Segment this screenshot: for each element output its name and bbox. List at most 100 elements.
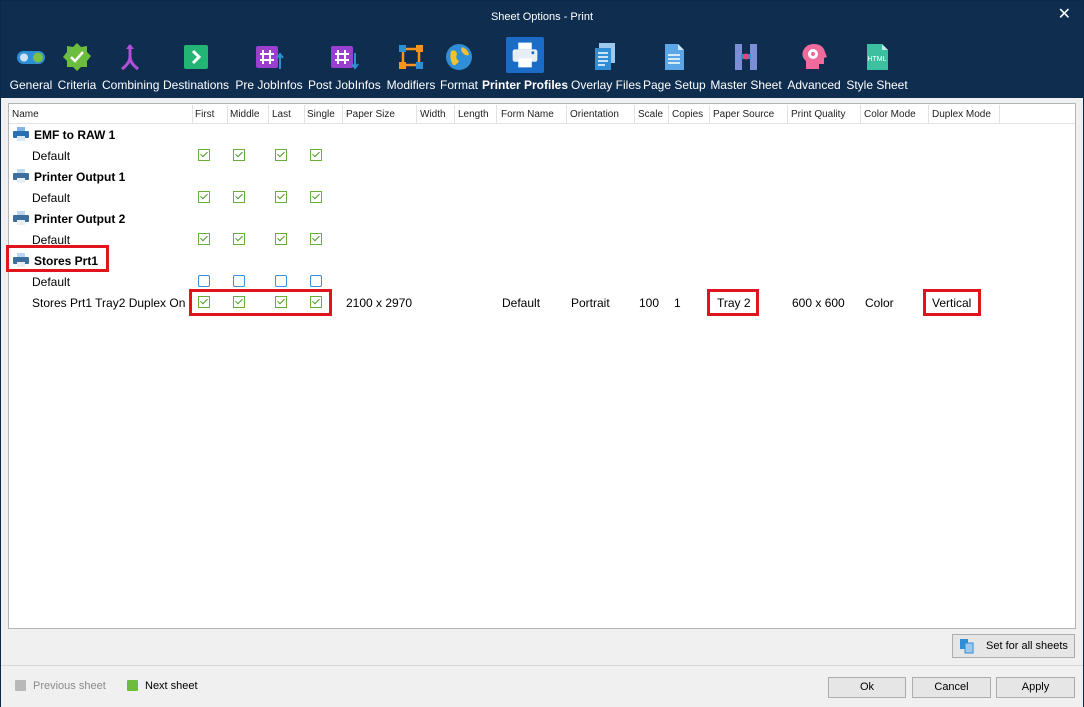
col-single[interactable]: Single (307, 109, 335, 120)
toggle-icon (17, 51, 45, 64)
first-checkbox[interactable] (198, 149, 210, 161)
col-paper-size[interactable]: Paper Size (346, 109, 395, 120)
col-separator (496, 105, 497, 123)
tab-overlay-files[interactable]: Overlay Files (571, 37, 642, 95)
col-form-name[interactable]: Form Name (501, 109, 554, 120)
tab-advanced-label: Advanced (787, 78, 841, 92)
middle-checkbox[interactable] (233, 149, 245, 161)
col-separator (668, 105, 669, 123)
col-paper-source[interactable]: Paper Source (713, 109, 774, 120)
single-checkbox[interactable] (310, 275, 322, 287)
merge-icon (121, 44, 139, 71)
last-checkbox[interactable] (275, 275, 287, 287)
printer-icon (13, 169, 29, 183)
tab-style-sheet-label: Style Sheet (846, 78, 908, 92)
group-row[interactable]: Printer Output 1 (9, 166, 1075, 187)
col-separator (268, 105, 269, 123)
table-row[interactable]: Stores Prt1 Tray2 Duplex On 2100 x 2970 … (9, 292, 1075, 313)
tab-page-setup-label: Page Setup (643, 78, 706, 92)
printer-icon (13, 211, 29, 225)
col-separator (566, 105, 567, 123)
apply-button[interactable]: Apply (996, 677, 1075, 698)
tab-combining[interactable]: Combining (102, 37, 159, 95)
ok-button[interactable]: Ok (828, 677, 906, 698)
middle-checkbox[interactable] (233, 191, 245, 203)
last-checkbox[interactable] (275, 233, 287, 245)
hash-down-icon (331, 46, 359, 70)
copies-value: 1 (674, 296, 681, 310)
col-middle[interactable]: Middle (230, 109, 259, 120)
table-row[interactable]: Default (9, 229, 1075, 250)
sheet-options-window: Sheet Options - Print ✕ General Criteria (0, 0, 1084, 707)
close-icon[interactable]: ✕ (1058, 7, 1071, 23)
middle-checkbox[interactable] (233, 233, 245, 245)
last-checkbox[interactable] (275, 191, 287, 203)
table-row[interactable]: Default (9, 145, 1075, 166)
arrow-right-icon (184, 45, 208, 69)
col-separator (787, 105, 788, 123)
tab-modifiers[interactable]: Modifiers (385, 37, 437, 95)
col-duplex-mode[interactable]: Duplex Mode (932, 109, 991, 120)
tab-page-setup[interactable]: Page Setup (643, 37, 706, 95)
group-row[interactable]: Stores Prt1 (9, 250, 1075, 271)
col-orientation[interactable]: Orientation (570, 109, 619, 120)
col-print-quality[interactable]: Print Quality (791, 109, 845, 120)
tab-pre-jobinfos[interactable]: Pre JobInfos (235, 37, 303, 95)
single-checkbox[interactable] (310, 191, 322, 203)
grid-header: Name First Middle Last Single Paper Size… (9, 104, 1075, 124)
tab-master-sheet[interactable]: Master Sheet (710, 37, 782, 95)
set-for-all-sheets-button[interactable]: Set for all sheets (952, 634, 1075, 658)
col-length[interactable]: Length (458, 109, 489, 120)
highlight-box (6, 245, 109, 272)
cancel-button[interactable]: Cancel (912, 677, 991, 698)
col-name[interactable]: Name (12, 109, 39, 120)
col-color-mode[interactable]: Color Mode (864, 109, 916, 120)
paper-size-value: 2100 x 2970 (346, 296, 413, 310)
tab-general[interactable]: General (9, 37, 53, 95)
col-separator (860, 105, 861, 123)
group-row[interactable]: Printer Output 2 (9, 208, 1075, 229)
orientation-value: Portrait (571, 296, 610, 310)
footer: Set for all sheets Previous sheet Next s… (1, 631, 1083, 707)
group-row[interactable]: EMF to RAW 1 (9, 124, 1075, 145)
tab-destinations[interactable]: Destinations (163, 37, 229, 95)
previous-arrow-icon (15, 680, 26, 691)
globe-icon (446, 44, 472, 70)
printer-icon (506, 37, 544, 73)
first-checkbox[interactable] (198, 275, 210, 287)
profile-name: Default (32, 275, 71, 289)
first-checkbox[interactable] (198, 233, 210, 245)
col-copies[interactable]: Copies (672, 109, 703, 120)
documents-icon (595, 43, 615, 70)
tab-printer-profiles-label: Printer Profiles (482, 78, 569, 92)
col-separator (454, 105, 455, 123)
tab-style-sheet[interactable]: HTML Style Sheet (846, 37, 908, 95)
hash-up-icon (256, 46, 284, 69)
col-scale[interactable]: Scale (638, 109, 663, 120)
col-width[interactable]: Width (420, 109, 446, 120)
first-checkbox[interactable] (198, 191, 210, 203)
scale-value: 100 (639, 296, 660, 310)
last-checkbox[interactable] (275, 149, 287, 161)
set-for-all-sheets-label: Set for all sheets (986, 640, 1068, 652)
master-sheet-icon (735, 44, 757, 70)
color-mode-value: Color (865, 296, 894, 310)
tab-format[interactable]: Format (440, 37, 478, 95)
tab-criteria[interactable]: Criteria (56, 37, 98, 95)
tab-format-label: Format (440, 78, 479, 92)
col-first[interactable]: First (195, 109, 214, 120)
page-icon (665, 44, 684, 70)
table-row[interactable]: Default (9, 271, 1075, 292)
tab-overlay-files-label: Overlay Files (571, 78, 642, 92)
table-row[interactable]: Default (9, 187, 1075, 208)
single-checkbox[interactable] (310, 233, 322, 245)
single-checkbox[interactable] (310, 149, 322, 161)
group-name: EMF to RAW 1 (34, 128, 116, 142)
window-title: Sheet Options - Print (490, 11, 594, 23)
middle-checkbox[interactable] (233, 275, 245, 287)
col-last[interactable]: Last (272, 109, 291, 120)
raw-printer-icon (13, 127, 29, 141)
tab-post-jobinfos[interactable]: Post JobInfos (308, 37, 381, 95)
tab-printer-profiles[interactable]: Printer Profiles (482, 37, 568, 95)
tab-advanced[interactable]: Advanced (787, 37, 841, 95)
